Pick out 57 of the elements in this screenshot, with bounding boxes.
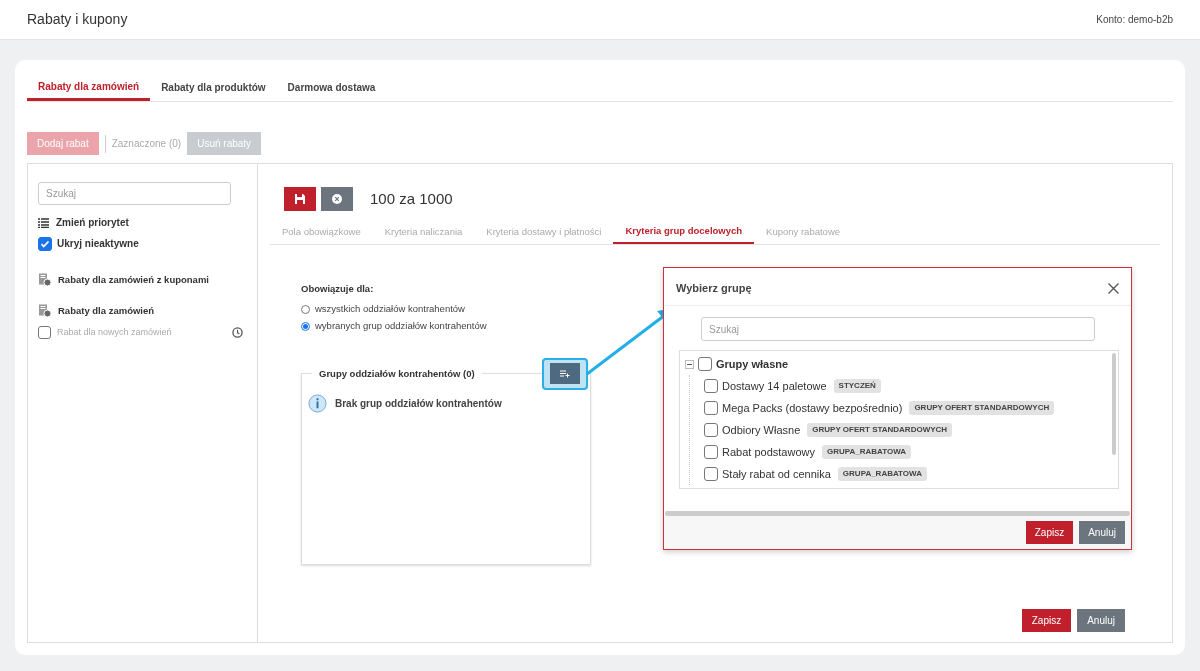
document-clock-icon — [38, 304, 52, 319]
tree-item-label[interactable]: Rabat podstawowy — [722, 443, 815, 461]
tab[interactable]: Rabaty dla produktów — [150, 74, 277, 101]
tree-item-label[interactable]: Dostawy 14 paletowe — [722, 377, 827, 395]
cancel-icon-button[interactable] — [321, 187, 353, 211]
cancel-button[interactable]: Anuluj — [1079, 521, 1125, 544]
category-label[interactable]: Rabaty dla zamówień — [58, 304, 155, 319]
tree-item-label[interactable]: Mega Packs (dostawy bezpośrednio) — [722, 399, 903, 417]
search-field[interactable]: Szukaj — [38, 182, 231, 205]
tree-item-label[interactable]: Stały rabat od cennika — [722, 465, 831, 483]
scrollbar[interactable] — [1112, 353, 1116, 455]
checkbox[interactable] — [704, 467, 718, 481]
clock-icon — [232, 326, 243, 338]
empty-message: Brak grup oddziałów kontrahentów — [335, 396, 502, 411]
tab[interactable]: Darmowa dostawa — [276, 74, 387, 101]
scrollbar[interactable] — [665, 511, 1130, 516]
list-icon — [38, 217, 49, 228]
search-field[interactable]: Szukaj — [701, 317, 1095, 341]
group-tag: GRUPA_RABATOWA — [821, 445, 912, 459]
tab[interactable]: Kryteria grup docelowych — [613, 221, 755, 244]
checkbox[interactable] — [698, 357, 712, 371]
checkbox[interactable] — [38, 325, 51, 339]
checkbox[interactable] — [704, 379, 718, 393]
check-icon — [40, 238, 50, 249]
add-group-button[interactable] — [542, 357, 588, 390]
selected-count: Zaznaczone (0) — [111, 137, 182, 151]
tab[interactable]: Rabaty dla zamówień — [27, 74, 151, 101]
close-icon — [332, 194, 342, 204]
checkbox[interactable] — [704, 423, 718, 437]
tree-item-label[interactable]: Odbiory Własne — [722, 421, 801, 439]
radio-label: wszystkich oddziałów kontrahentów — [315, 302, 465, 316]
info-icon — [308, 393, 327, 413]
dialog-title: Wybierz grupę — [676, 281, 752, 297]
save-icon-button[interactable] — [284, 187, 316, 211]
checkbox[interactable] — [704, 445, 718, 459]
change-priority-button[interactable]: Zmień priorytet — [56, 215, 129, 230]
checkbox-label: Ukryj nieaktywne — [57, 237, 139, 251]
save-button[interactable]: Zapisz — [1025, 521, 1074, 544]
close-icon[interactable] — [1108, 283, 1119, 294]
group-tag: GRUPY OFERT STANDARDOWYCH — [807, 423, 953, 437]
add-list-icon — [560, 369, 570, 378]
account-label: Konto: demo-b2b — [1096, 13, 1173, 27]
applies-to-label: Obowiązuje dla: — [301, 283, 374, 294]
group-tag: GRUPA_RABATOWA — [837, 467, 927, 481]
collapse-icon[interactable] — [685, 359, 694, 369]
cancel-button[interactable]: Anuluj — [1077, 608, 1125, 632]
page-title: Rabaty i kupony — [27, 10, 128, 29]
radio-label: wybranych grup oddziałów kontrahentów — [315, 319, 487, 334]
category-label[interactable]: Rabaty dla zamówień z kuponami — [58, 273, 209, 288]
document-clock-icon — [38, 273, 52, 288]
checkbox[interactable] — [38, 236, 52, 251]
group-tag: STYCZEŃ — [833, 379, 881, 393]
checkbox[interactable] — [704, 401, 718, 415]
discount-title: 100 za 1000 — [370, 188, 453, 209]
group-tag: GRUPY OFERT STANDARDOWYCH — [909, 401, 1055, 415]
tree-item-label[interactable]: Grupy własne — [716, 355, 789, 373]
save-button[interactable]: Zapisz — [1021, 608, 1072, 632]
